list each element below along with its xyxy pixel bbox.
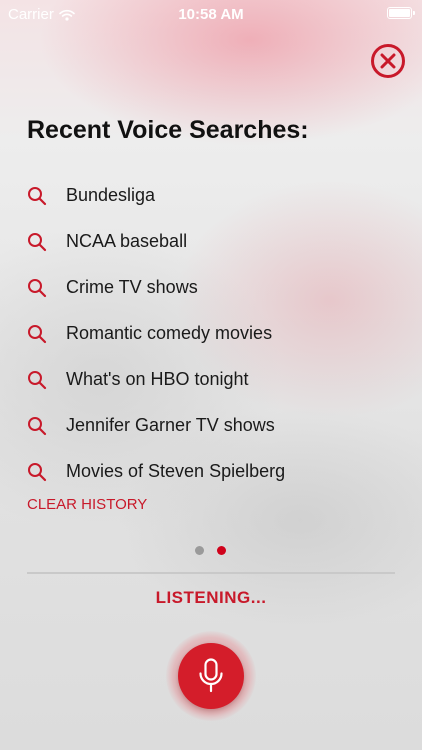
page-dot-inactive[interactable]	[195, 546, 204, 555]
search-history-label: Movies of Steven Spielberg	[66, 461, 286, 481]
search-history-item[interactable]: Bundesliga	[0, 176, 422, 222]
search-icon	[27, 232, 47, 252]
search-icon	[27, 370, 47, 390]
close-icon	[371, 44, 405, 78]
search-history-item[interactable]: Movies of Steven Spielberg	[0, 452, 422, 482]
search-icon	[27, 416, 47, 436]
listening-status: LISTENING...	[155, 588, 267, 607]
close-button[interactable]	[370, 43, 406, 79]
battery-icon	[387, 7, 415, 19]
status-time: 10:58 AM	[178, 6, 244, 23]
search-icon	[27, 324, 47, 344]
search-icon	[27, 186, 47, 206]
search-history-label: Bundesliga	[66, 185, 156, 205]
search-history-label: What's on HBO tonight	[66, 369, 249, 389]
search-history-item[interactable]: What's on HBO tonight	[0, 360, 422, 406]
status-bar: Carrier 10:58 AM	[0, 0, 422, 30]
search-history-label: Romantic comedy movies	[66, 323, 273, 343]
microphone-icon	[199, 658, 223, 693]
search-history-label: Crime TV shows	[66, 277, 198, 297]
recent-searches-list[interactable]: Bundesliga NCAA baseball Crime TV shows …	[0, 176, 422, 482]
divider	[27, 572, 395, 574]
search-history-label: Jennifer Garner TV shows	[66, 415, 275, 435]
page-indicator[interactable]	[195, 546, 231, 556]
search-history-item[interactable]: Crime TV shows	[0, 268, 422, 314]
page-dot-active[interactable]	[217, 546, 226, 555]
search-history-item[interactable]: Romantic comedy movies	[0, 314, 422, 360]
search-history-item[interactable]: NCAA baseball	[0, 222, 422, 268]
page-title: Recent Voice Searches:	[27, 116, 309, 144]
search-history-label: NCAA baseball	[66, 231, 188, 251]
search-history-item[interactable]: Jennifer Garner TV shows	[0, 406, 422, 452]
search-icon	[27, 462, 47, 482]
clear-history-button[interactable]: CLEAR HISTORY	[27, 496, 147, 513]
microphone-button[interactable]	[178, 643, 244, 709]
search-icon	[27, 278, 47, 298]
